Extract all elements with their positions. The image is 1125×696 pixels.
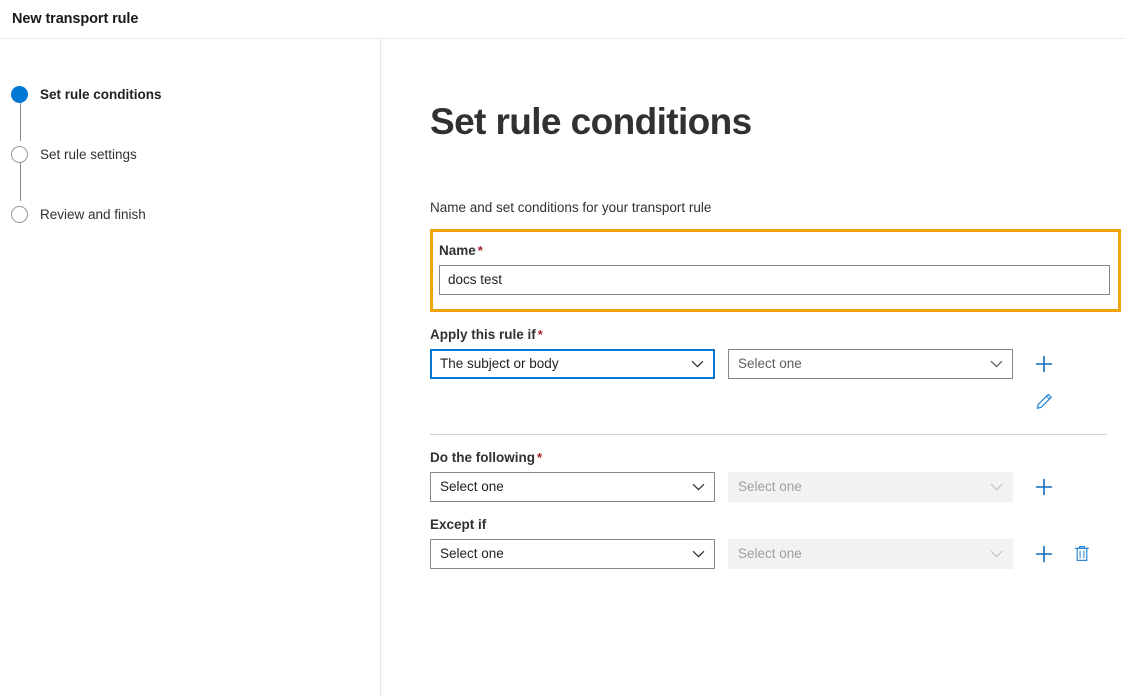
except-if-row: Select one Select one <box>430 538 1121 569</box>
apply-if-label: Apply this rule if * <box>430 327 1121 342</box>
do-following-label: Do the following * <box>430 450 1121 465</box>
required-asterisk: * <box>537 326 543 342</box>
chevron-down-icon <box>990 550 1003 558</box>
name-input[interactable] <box>439 264 1110 295</box>
do-following-row: Select one Select one <box>430 471 1121 502</box>
page-title: Set rule conditions <box>430 101 752 142</box>
apply-if-add-button[interactable] <box>1031 351 1057 377</box>
except-if-delete-button[interactable] <box>1069 541 1095 567</box>
stepper-connector-2 <box>19 161 21 201</box>
apply-if-condition-dropdown[interactable]: The subject or body <box>430 348 715 379</box>
do-following-action-value: Select one <box>440 479 504 495</box>
stepper-item-label: Set rule settings <box>40 146 137 162</box>
except-if-label-text: Except if <box>430 516 487 532</box>
name-field-highlight: Name * <box>430 228 1121 312</box>
except-if-section: Except if Select one Select one <box>430 517 1121 569</box>
wizard-stepper: Set rule conditions Set rule settings Re… <box>0 39 381 696</box>
except-if-operand-dropdown: Select one <box>728 538 1013 569</box>
apply-if-edit-row <box>430 389 1121 415</box>
step-marker-empty-icon <box>11 205 28 223</box>
page-subtitle: Name and set conditions for your transpo… <box>430 199 712 215</box>
stepper-connector-1 <box>19 101 21 141</box>
chevron-down-icon <box>692 483 705 491</box>
apply-if-condition-value: The subject or body <box>440 356 559 372</box>
chevron-down-icon <box>692 550 705 558</box>
chevron-down-icon <box>691 360 704 368</box>
section-divider <box>430 433 1107 435</box>
apply-if-edit-button[interactable] <box>1031 389 1057 415</box>
step-marker-filled-icon <box>11 85 28 103</box>
name-field-label: Name * <box>439 243 1110 258</box>
except-if-condition-dropdown[interactable]: Select one <box>430 538 715 569</box>
apply-if-section: Apply this rule if * The subject or body … <box>430 327 1121 435</box>
stepper-item-set-rule-conditions[interactable]: Set rule conditions <box>0 83 380 105</box>
plus-icon <box>1034 354 1054 374</box>
rule-form: Name* Apply this rule if* The subject or… <box>430 228 1121 569</box>
except-if-add-button[interactable] <box>1031 541 1057 567</box>
do-following-label-text: Do the following <box>430 449 535 465</box>
apply-if-row: The subject or body Select one <box>430 348 1121 379</box>
apply-if-label-text: Apply this rule if <box>430 326 536 342</box>
do-following-action-dropdown[interactable]: Select one <box>430 471 715 502</box>
name-label-text: Name <box>439 242 476 258</box>
main-content: Set rule conditions Name and set conditi… <box>381 39 1125 696</box>
do-following-add-button[interactable] <box>1031 474 1057 500</box>
window-title: New transport rule <box>12 11 139 27</box>
required-asterisk: * <box>477 242 483 258</box>
page-body: Set rule conditions Set rule settings Re… <box>0 39 1125 696</box>
stepper-item-review-and-finish[interactable]: Review and finish <box>0 203 380 225</box>
required-asterisk: * <box>536 449 543 465</box>
plus-icon <box>1034 477 1054 497</box>
apply-if-operand-dropdown[interactable]: Select one <box>728 348 1013 379</box>
chevron-down-icon <box>990 483 1003 491</box>
plus-icon <box>1034 544 1054 564</box>
except-if-label: Except if <box>430 517 1121 532</box>
stepper-item-set-rule-settings[interactable]: Set rule settings <box>0 143 380 165</box>
except-if-condition-value: Select one <box>440 546 504 562</box>
stepper-item-label: Review and finish <box>40 206 146 222</box>
apply-if-operand-value: Select one <box>738 356 802 372</box>
stepper-item-label: Set rule conditions <box>40 86 162 102</box>
except-if-operand-value: Select one <box>738 546 802 562</box>
do-following-operand-dropdown: Select one <box>728 471 1013 502</box>
do-following-section: Do the following * Select one Select one <box>430 450 1121 502</box>
chevron-down-icon <box>990 360 1003 368</box>
pencil-icon <box>1035 392 1054 411</box>
do-following-operand-value: Select one <box>738 479 802 495</box>
trash-icon <box>1073 544 1091 563</box>
window-header: New transport rule <box>0 0 1125 39</box>
step-marker-empty-icon <box>11 145 28 163</box>
